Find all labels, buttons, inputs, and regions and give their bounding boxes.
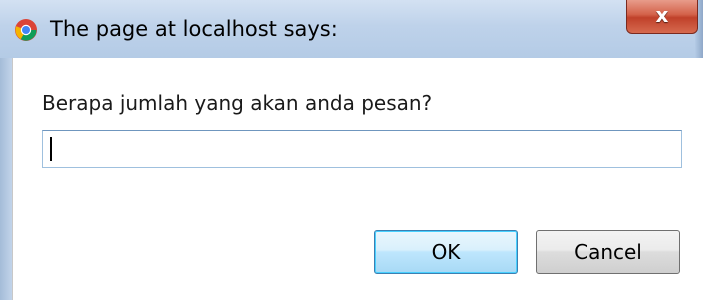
chrome-icon <box>15 19 37 41</box>
text-caret <box>50 137 52 161</box>
prompt-input[interactable] <box>42 130 682 168</box>
close-icon: x <box>655 3 669 27</box>
title-bar[interactable]: The page at localhost says: x <box>0 0 703 59</box>
window-frame-left <box>0 58 12 300</box>
prompt-message: Berapa jumlah yang akan anda pesan? <box>42 91 433 115</box>
ok-button[interactable]: OK <box>374 230 518 274</box>
cancel-button[interactable]: Cancel <box>536 230 680 274</box>
window-title: The page at localhost says: <box>50 17 338 41</box>
prompt-dialog-window: The page at localhost says: x Berapa jum… <box>0 0 703 300</box>
close-button[interactable]: x <box>626 0 698 34</box>
